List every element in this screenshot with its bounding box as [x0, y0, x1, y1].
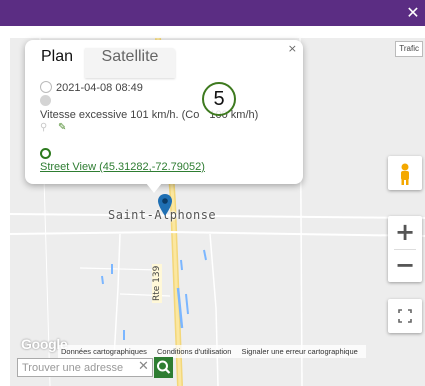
datetime-row: 2021-04-08 08:49: [40, 81, 143, 94]
popup-close-icon[interactable]: ×: [288, 42, 297, 55]
fullscreen-button[interactable]: [388, 299, 422, 333]
fullscreen-icon: [398, 309, 412, 323]
tab-satellite[interactable]: Satellite: [85, 48, 175, 78]
pencil-icon[interactable]: ✎: [58, 122, 66, 133]
event-text: Vitesse excessive 101 km/h. (Co: [40, 109, 200, 121]
zoom-out-button[interactable]: −: [388, 249, 422, 282]
info-window-tail: [146, 183, 162, 193]
report-error-link[interactable]: Signaler une erreur cartographique: [242, 347, 358, 356]
road-label: Rte 139: [152, 263, 162, 303]
clock-icon: [40, 81, 52, 93]
zoom-control: + −: [388, 216, 422, 282]
map-pin-icon[interactable]: ⚲: [40, 122, 47, 133]
street-view-icon: [40, 148, 51, 159]
search-icon: [157, 360, 171, 374]
map-data-link[interactable]: Données cartographiques: [61, 347, 147, 356]
clear-search-icon[interactable]: ✕: [138, 359, 149, 374]
tab-plan[interactable]: Plan: [29, 48, 85, 78]
terms-link[interactable]: Conditions d'utilisation: [157, 347, 231, 356]
close-icon[interactable]: ✕: [404, 4, 422, 22]
event-datetime: 2021-04-08 08:49: [56, 82, 143, 94]
map-attribution: Données cartographiques Conditions d'uti…: [58, 345, 366, 358]
window-title-bar: ✕: [0, 0, 425, 26]
status-dot-icon: [40, 95, 51, 106]
street-view-pegman-button[interactable]: [388, 156, 422, 190]
traffic-button[interactable]: Trafic: [395, 41, 423, 57]
pegman-icon: [401, 163, 409, 185]
event-number-badge: 5: [202, 82, 236, 116]
street-view-link[interactable]: Street View (45.31282,-72.79052): [40, 161, 205, 173]
address-search-input[interactable]: [17, 358, 153, 377]
location-marker-icon[interactable]: [158, 194, 172, 216]
search-button[interactable]: [154, 357, 173, 378]
info-window: × Plan Satellite 2021-04-08 08:49 Vitess…: [25, 40, 303, 184]
zoom-in-button[interactable]: +: [388, 216, 422, 249]
